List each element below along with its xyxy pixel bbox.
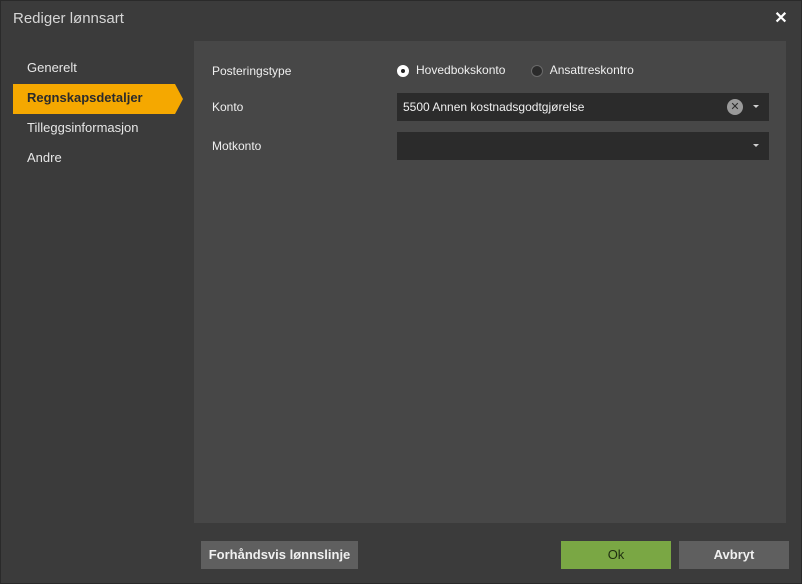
sidebar-item-tilleggsinformasjon[interactable]: Tilleggsinformasjon <box>13 114 183 144</box>
title-bar: Rediger lønnsart ✕ <box>1 1 801 37</box>
dialog-title: Rediger lønnsart <box>13 10 124 27</box>
clear-icon[interactable]: ✕ <box>727 99 743 115</box>
edit-wage-type-dialog: Rediger lønnsart ✕ Generelt Regnskapsdet… <box>0 0 802 584</box>
preview-wage-line-button[interactable]: Forhåndsvis lønnslinje <box>201 541 358 569</box>
radio-label: Ansattreskontro <box>549 63 634 77</box>
radio-hovedbokskonto[interactable]: Hovedbokskonto <box>397 63 505 77</box>
posteringstype-label: Posteringstype <box>212 64 292 78</box>
posteringstype-radio-group: Hovedbokskonto Ansattreskontro <box>397 63 656 77</box>
sidebar-item-generelt[interactable]: Generelt <box>13 54 183 84</box>
radio-ansattreskontro[interactable]: Ansattreskontro <box>530 63 634 77</box>
radio-unselected-icon[interactable] <box>530 64 543 77</box>
sidebar-item-regnskapsdetaljer[interactable]: Regnskapsdetaljer <box>13 84 183 114</box>
sidebar-item-label: Generelt <box>27 60 77 75</box>
ok-button[interactable]: Ok <box>561 541 671 569</box>
konto-select[interactable]: 5500 Annen kostnadsgodtgjørelse ✕ <box>397 93 769 121</box>
sidebar-item-label: Tilleggsinformasjon <box>27 120 139 135</box>
sidebar-item-andre[interactable]: Andre <box>13 144 183 174</box>
radio-label: Hovedbokskonto <box>416 63 506 77</box>
chevron-down-icon[interactable] <box>753 105 759 108</box>
radio-selected-icon[interactable] <box>397 64 409 77</box>
sidebar-item-label: Regnskapsdetaljer <box>27 90 143 105</box>
close-icon[interactable]: ✕ <box>773 9 789 29</box>
content-panel: Posteringstype Hovedbokskonto Ansattresk… <box>194 41 786 523</box>
sidebar-nav: Generelt Regnskapsdetaljer Tilleggsinfor… <box>13 54 183 174</box>
motkonto-select[interactable] <box>397 132 769 160</box>
chevron-down-icon[interactable] <box>753 144 759 147</box>
motkonto-label: Motkonto <box>212 139 262 153</box>
sidebar-item-label: Andre <box>27 150 62 165</box>
konto-label: Konto <box>212 100 244 114</box>
cancel-button[interactable]: Avbryt <box>679 541 789 569</box>
konto-value: 5500 Annen kostnadsgodtgjørelse <box>403 100 585 114</box>
